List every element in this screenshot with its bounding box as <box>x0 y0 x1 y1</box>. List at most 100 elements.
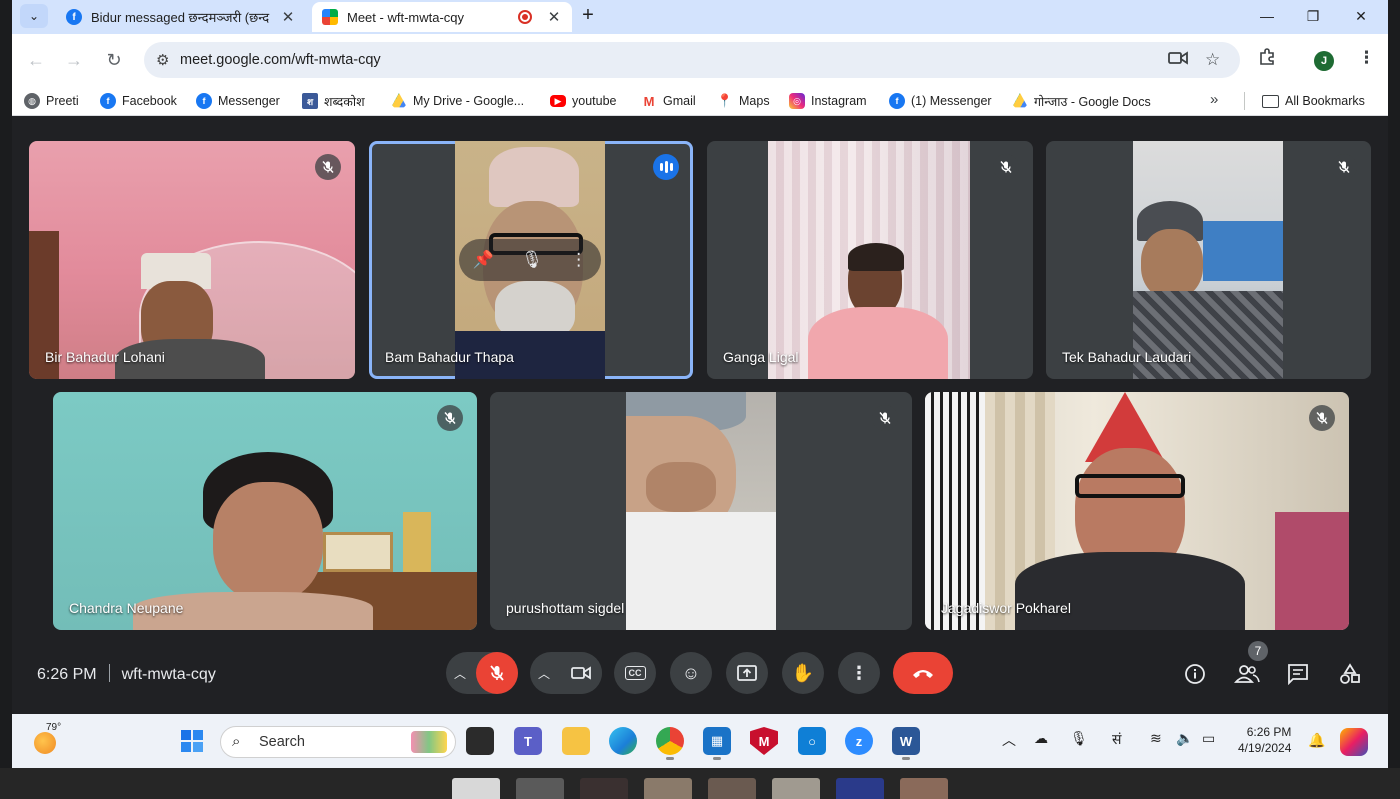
thumbnail[interactable] <box>836 778 884 799</box>
star-icon[interactable]: ☆ <box>1205 50 1220 70</box>
participant-tile[interactable]: Jagadiswor Pokharel <box>925 392 1349 630</box>
word-icon[interactable]: W <box>892 727 920 760</box>
profile-avatar[interactable]: J <box>1314 51 1334 71</box>
battery-icon[interactable]: ▭ <box>1202 730 1215 747</box>
leave-call-button[interactable] <box>893 652 953 694</box>
edge-icon[interactable] <box>609 727 637 755</box>
bookmark-youtube[interactable]: ▶ youtube <box>550 92 616 110</box>
tab-meet[interactable]: Meet - wft-mwta-cqy ✕ <box>312 2 572 32</box>
present-button[interactable] <box>726 652 768 694</box>
microphone-button[interactable] <box>476 652 518 694</box>
reload-button[interactable]: ↻ <box>100 46 128 74</box>
microphone-tray-icon[interactable]: 🎙 <box>1070 730 1088 747</box>
hang-up-icon <box>913 670 933 678</box>
meeting-details-button[interactable] <box>1184 663 1206 691</box>
reactions-button[interactable]: ☺ <box>670 652 712 694</box>
more-options-icon[interactable]: ⋮ <box>570 250 587 270</box>
mute-participant-icon[interactable]: 🎙 <box>521 250 543 270</box>
bookmark-my-drive[interactable]: My Drive - Google... <box>391 92 524 110</box>
participant-tile[interactable]: Bir Bahadur Lohani <box>29 141 355 379</box>
more-options-button[interactable]: ⋮ <box>838 652 880 694</box>
tab-facebook[interactable]: f Bidur messaged छन्दमञ्जरी (छन्द ✕ <box>56 2 306 32</box>
facebook-icon: f <box>100 93 116 109</box>
participant-tile[interactable]: 📌 🎙 ⋮ Bam Bahadur Thapa <box>369 141 693 379</box>
forward-button[interactable]: → <box>60 46 88 74</box>
tab-title: Meet - wft-mwta-cqy <box>347 9 465 25</box>
site-info-icon[interactable]: ⚙ <box>156 51 169 69</box>
raise-hand-button[interactable]: ✋ <box>782 652 824 694</box>
participant-tile[interactable]: Chandra Neupane <box>53 392 477 630</box>
people-button[interactable] <box>1233 663 1260 691</box>
thumbnail[interactable] <box>708 778 756 799</box>
teams-icon[interactable]: T <box>514 727 542 755</box>
bookmark-facebook[interactable]: f Facebook <box>100 92 177 110</box>
bookmark-messenger-2[interactable]: f (1) Messenger <box>889 92 992 110</box>
thumbnail[interactable] <box>644 778 692 799</box>
camera-button[interactable] <box>560 652 602 694</box>
tab-search-button[interactable]: ⌄ <box>20 4 48 28</box>
all-bookmarks-button[interactable]: All Bookmarks <box>1262 92 1365 110</box>
clock-date: 4/19/2024 <box>1238 741 1292 755</box>
microsoft-store-icon[interactable]: ▦ <box>703 727 731 760</box>
file-explorer-icon[interactable] <box>562 727 590 755</box>
show-hidden-icons-icon[interactable]: ︿ <box>1002 730 1016 750</box>
zoom-icon[interactable]: z <box>845 727 873 755</box>
extensions-icon[interactable] <box>1258 48 1276 71</box>
bookmark-messenger[interactable]: f Messenger <box>196 92 280 110</box>
close-window-button[interactable]: ✕ <box>1338 4 1384 28</box>
more-bookmarks-icon[interactable]: » <box>1210 91 1218 108</box>
start-button[interactable] <box>178 727 206 755</box>
bookmark-google-docs[interactable]: गोन्जाउ - Google Docs <box>1012 92 1151 110</box>
minimize-button[interactable]: — <box>1244 4 1290 28</box>
mcafee-icon[interactable]: M <box>750 727 778 755</box>
participant-tile[interactable]: Tek Bahadur Laudari <box>1046 141 1371 379</box>
chevron-up-icon[interactable]: ︿ <box>538 665 550 682</box>
thumbnail-strip <box>0 768 1400 799</box>
captions-button[interactable]: CC <box>614 652 656 694</box>
chevron-up-icon[interactable]: ︿ <box>454 665 466 682</box>
bookmark-maps[interactable]: 📍 Maps <box>717 92 770 110</box>
thumbnail[interactable] <box>900 778 948 799</box>
thumbnail[interactable] <box>516 778 564 799</box>
more-vert-icon: ⋮ <box>850 662 868 683</box>
chat-button[interactable] <box>1287 663 1309 691</box>
mic-off-icon <box>872 405 898 431</box>
app-icon[interactable]: ○ <box>798 727 826 755</box>
bookmark-gmail[interactable]: M Gmail <box>641 92 696 110</box>
thumbnail[interactable] <box>580 778 628 799</box>
participant-tile[interactable]: purushottam sigdel <box>490 392 912 630</box>
back-button[interactable]: ← <box>22 46 50 74</box>
taskbar-search[interactable]: ⌕ Search <box>220 726 456 758</box>
volume-icon[interactable]: 🔈 <box>1176 730 1193 747</box>
language-indicator[interactable]: सं <box>1112 730 1121 749</box>
close-tab-icon[interactable]: ✕ <box>280 8 296 26</box>
info-icon <box>1185 664 1205 684</box>
wifi-icon[interactable]: ≋ <box>1150 730 1162 747</box>
participant-tile[interactable]: Ganga Ligal <box>707 141 1033 379</box>
new-tab-button[interactable]: + <box>574 4 602 28</box>
activities-button[interactable] <box>1339 663 1361 691</box>
address-bar[interactable]: ⚙ meet.google.com/wft-mwta-cqy ☆ <box>144 42 1240 78</box>
thumbnail[interactable] <box>452 778 500 799</box>
taskbar-clock[interactable]: 6:26 PM 4/19/2024 <box>1238 724 1291 756</box>
globe-icon: ◍ <box>24 93 40 109</box>
camera-in-use-icon[interactable] <box>1168 50 1188 71</box>
participant-count-badge: 7 <box>1248 641 1268 661</box>
onedrive-cloud-icon[interactable]: ☁ <box>1034 730 1048 747</box>
notification-bell-icon[interactable]: 🔔 <box>1308 732 1325 749</box>
windows-taskbar: 79° ⌕ Search T ▦ M ○ z W ︿ ☁ 🎙 सं ≋ 🔈 ▭ … <box>12 714 1388 768</box>
bookmark-preeti[interactable]: ◍ Preeti <box>24 92 79 110</box>
participant-video <box>29 141 355 379</box>
close-tab-icon[interactable]: ✕ <box>546 8 562 26</box>
menu-icon[interactable]: ⋮ <box>1358 48 1375 68</box>
chrome-icon[interactable] <box>656 727 684 760</box>
maximize-button[interactable]: ❐ <box>1290 4 1336 28</box>
bookmark-instagram[interactable]: ◎ Instagram <box>789 92 867 110</box>
thumbnail[interactable] <box>772 778 820 799</box>
weather-widget[interactable]: 79° <box>34 722 62 754</box>
copilot-icon[interactable] <box>1340 728 1368 756</box>
task-view-icon[interactable] <box>466 727 494 755</box>
mic-off-icon <box>993 154 1019 180</box>
bookmark-shabdakosh[interactable]: श शब्दकोश <box>302 92 365 110</box>
pin-icon[interactable]: 📌 <box>473 250 494 270</box>
